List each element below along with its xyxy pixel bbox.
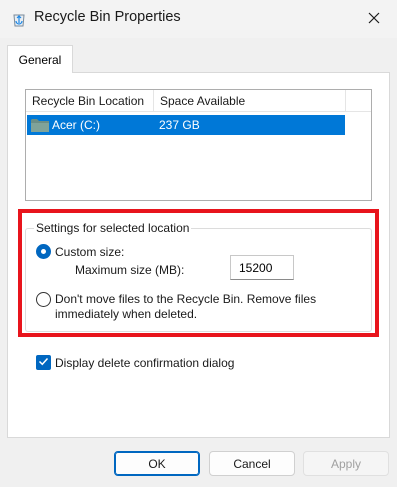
cancel-button[interactable]: Cancel [209, 451, 295, 476]
tab-label: General [18, 52, 62, 67]
settings-group-label: Settings for selected location [34, 221, 192, 235]
confirm-dialog-checkbox[interactable] [36, 355, 51, 370]
close-icon [368, 12, 380, 27]
custom-size-radio[interactable] [36, 244, 51, 259]
location-list[interactable]: Recycle Bin Location Space Available Ace… [25, 89, 372, 201]
location-name: Acer (C:) [52, 118, 100, 132]
dont-move-files-label[interactable]: Don't move files to the Recycle Bin. Rem… [55, 292, 365, 322]
apply-button[interactable]: Apply [303, 451, 389, 476]
max-size-label: Maximum size (MB): [75, 263, 185, 277]
checkmark-icon [38, 356, 49, 370]
recycle-bin-icon [11, 11, 27, 27]
custom-size-label[interactable]: Custom size: [55, 245, 124, 259]
max-size-input[interactable] [230, 255, 294, 280]
list-header: Recycle Bin Location Space Available [26, 90, 371, 112]
space-available: 237 GB [159, 118, 200, 132]
column-header-location[interactable]: Recycle Bin Location [26, 90, 154, 112]
dont-move-files-radio[interactable] [36, 292, 51, 307]
column-header-space[interactable]: Space Available [154, 90, 346, 112]
title-bar: Recycle Bin Properties [0, 0, 397, 38]
list-item[interactable]: Acer (C:) 237 GB [27, 115, 345, 135]
tab-panel-general: Recycle Bin Location Space Available Ace… [7, 72, 390, 438]
close-button[interactable] [351, 0, 397, 38]
folder-icon [31, 118, 49, 132]
ok-button[interactable]: OK [114, 451, 200, 476]
window-title: Recycle Bin Properties [34, 9, 181, 25]
confirm-dialog-label[interactable]: Display delete confirmation dialog [55, 356, 234, 370]
tab-general[interactable]: General [7, 45, 73, 73]
